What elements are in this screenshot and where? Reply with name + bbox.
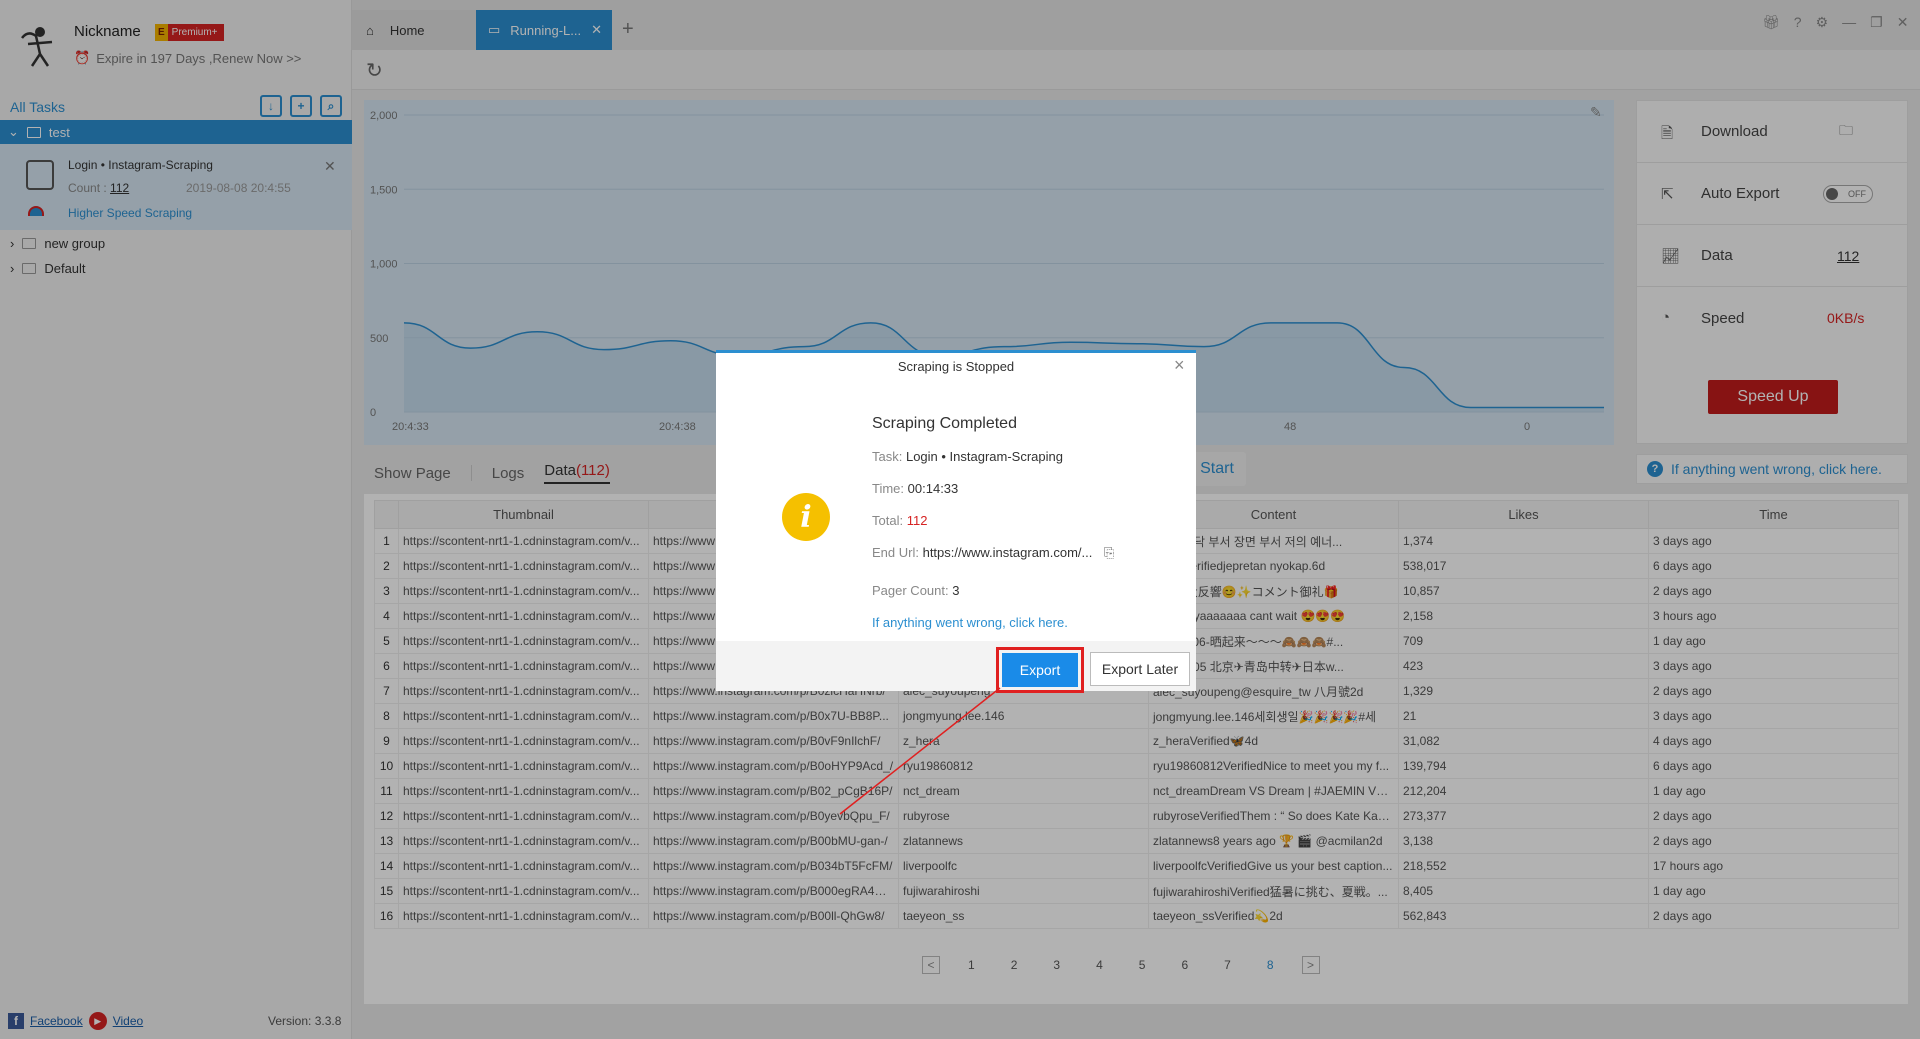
dialog-task: Task: Login • Instagram-Scraping — [872, 449, 1063, 464]
dialog-pager-count: Pager Count: 3 — [872, 583, 960, 598]
export-later-button[interactable]: Export Later — [1090, 652, 1190, 686]
close-icon[interactable]: × — [1174, 355, 1185, 376]
dialog-title: Scraping is Stopped — [897, 359, 1015, 374]
dialog-end-url: End Url: https://www.instagram.com/... ⎘ — [872, 545, 1115, 560]
dialog-time: Time: 00:14:33 — [872, 481, 959, 496]
copy-icon[interactable]: ⎘ — [1104, 545, 1114, 560]
scraping-stopped-dialog: Scraping is Stopped × i Scraping Complet… — [716, 350, 1196, 693]
dialog-total: Total: 112 — [872, 513, 928, 528]
info-icon: i — [782, 493, 830, 541]
dialog-help-link[interactable]: If anything went wrong, click here. — [872, 615, 1068, 630]
export-button[interactable]: Export — [996, 647, 1084, 693]
dialog-heading: Scraping Completed — [872, 415, 1017, 432]
